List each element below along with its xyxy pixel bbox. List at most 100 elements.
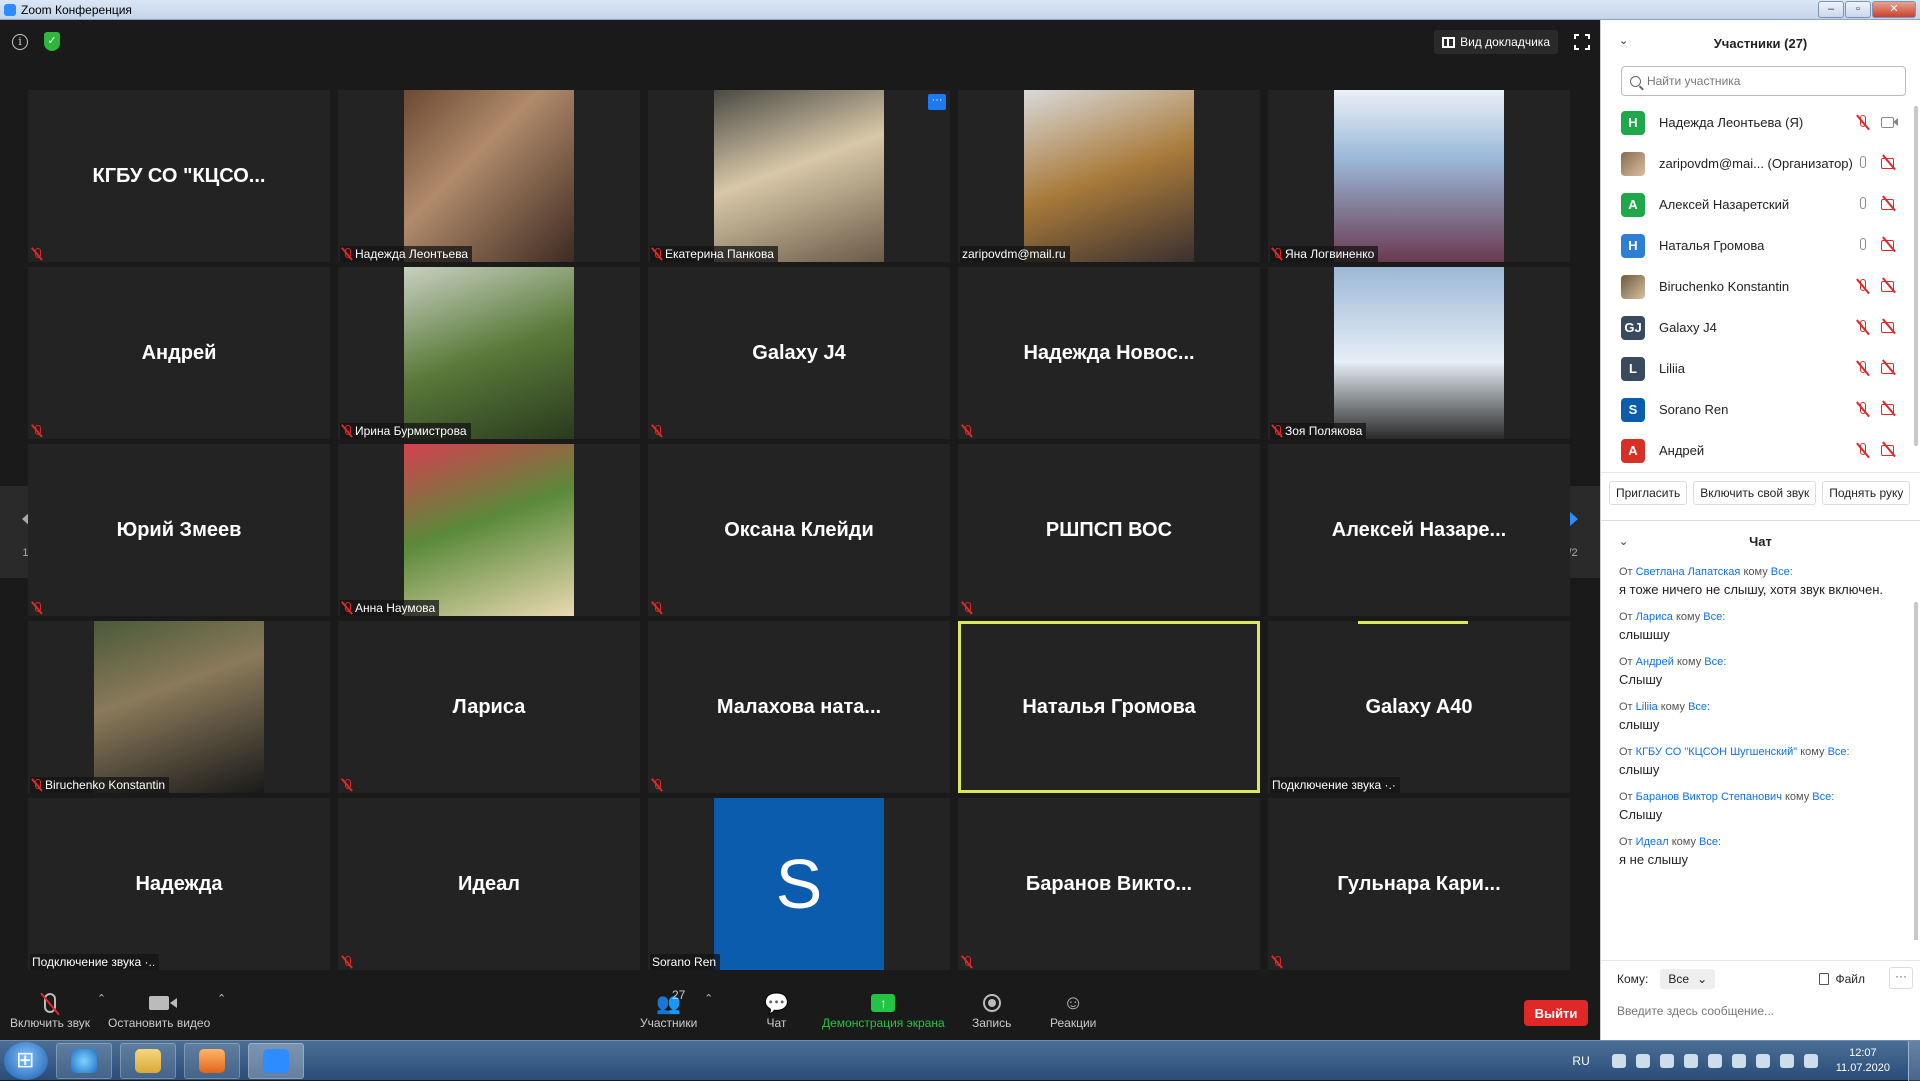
participant-tile[interactable]: Юрий Змеев: [28, 444, 330, 616]
tray-app3-icon[interactable]: [1707, 1054, 1722, 1068]
zoom-tray-icon[interactable]: [1611, 1054, 1626, 1068]
taskbar-zoom[interactable]: [248, 1043, 304, 1079]
stop-video-button[interactable]: Остановить видео ⌃: [108, 990, 226, 1030]
participant-name-large: Лариса: [452, 695, 526, 718]
security-shield-icon[interactable]: ✓: [44, 32, 60, 51]
chat-button[interactable]: 💬 Чат: [764, 990, 789, 1031]
participant-row[interactable]: А Алексей Назаретский: [1601, 184, 1920, 225]
audio-options-caret-icon[interactable]: ⌃: [97, 992, 106, 1005]
recipient-select[interactable]: Все ⌄: [1660, 969, 1716, 989]
participant-row[interactable]: Biruchenko Konstantin: [1601, 266, 1920, 307]
fullscreen-icon[interactable]: [1573, 33, 1591, 51]
chat-sender[interactable]: Идеал: [1636, 836, 1669, 848]
participant-tile[interactable]: S Sorano Ren: [648, 798, 950, 970]
participant-row[interactable]: L Liliia: [1601, 348, 1920, 389]
minimize-button[interactable]: –: [1818, 1, 1844, 18]
participant-row[interactable]: S Sorano Ren: [1601, 389, 1920, 430]
chat-scrollbar[interactable]: [1914, 602, 1918, 940]
chat-sender[interactable]: Андрей: [1636, 656, 1674, 668]
participant-row[interactable]: zaripovdm@mai... (Организатор): [1601, 143, 1920, 184]
participant-row[interactable]: Н Надежда Леонтьева (Я): [1601, 102, 1920, 143]
participant-tile[interactable]: Надежда Леонтьева: [338, 90, 640, 262]
chat-sender[interactable]: Liliia: [1636, 701, 1658, 713]
participant-tile[interactable]: Надежда Новос...: [958, 267, 1260, 439]
chat-sender[interactable]: КГБУ СО "КЦСОН Шугшенский": [1636, 746, 1798, 758]
participant-row[interactable]: GJ Galaxy J4: [1601, 307, 1920, 348]
participant-tile[interactable]: Баранов Викто...: [958, 798, 1260, 970]
show-desktop-button[interactable]: [1908, 1041, 1920, 1081]
chat-sender[interactable]: Лариса: [1636, 611, 1673, 623]
taskbar-ie[interactable]: [56, 1043, 112, 1079]
participant-tile[interactable]: РШПСП ВОС: [958, 444, 1260, 616]
volume-icon[interactable]: [1755, 1054, 1770, 1068]
record-button[interactable]: Запись: [972, 990, 1011, 1030]
participant-tile[interactable]: zaripovdm@mail.ru: [958, 90, 1260, 262]
ie-icon: [71, 1049, 97, 1073]
participants-caret-icon[interactable]: ⌃: [704, 992, 713, 1005]
participant-video: [1334, 267, 1504, 439]
tray-app2-icon[interactable]: [1683, 1054, 1698, 1068]
start-button[interactable]: [4, 1042, 48, 1080]
chat-message-text: Слышу: [1619, 672, 1663, 687]
taskbar-media[interactable]: [184, 1043, 240, 1079]
share-screen-button[interactable]: ↑ Демонстрация экрана: [822, 990, 945, 1030]
participant-tile[interactable]: Малахова ната...: [648, 621, 950, 793]
clock[interactable]: 12:07 11.07.2020: [1836, 1046, 1890, 1076]
tray-app-icon[interactable]: [1659, 1054, 1674, 1068]
participant-tile[interactable]: Оксана Клейди: [648, 444, 950, 616]
search-input[interactable]: [1646, 74, 1905, 88]
participant-tile[interactable]: Лариса: [338, 621, 640, 793]
participant-tile[interactable]: КГБУ СО "КЦСО...: [28, 90, 330, 262]
participant-tile[interactable]: Наталья Громова: [958, 621, 1260, 793]
participant-tile[interactable]: Надежда Подключение звука ·..: [28, 798, 330, 970]
participant-tile[interactable]: Ирина Бурмистрова: [338, 267, 640, 439]
file-button[interactable]: Файл: [1819, 972, 1865, 986]
participant-tile[interactable]: Екатерина Панкова ···: [648, 90, 950, 262]
chat-more-button[interactable]: ···: [1889, 967, 1913, 989]
reactions-button[interactable]: ☺ Реакции: [1050, 990, 1096, 1031]
mic-muted-icon: [1857, 361, 1869, 376]
power-icon[interactable]: [1803, 1054, 1818, 1068]
chat-sender[interactable]: Баранов Виктор Степанович: [1636, 791, 1782, 803]
participant-tile[interactable]: Алексей Назаре...: [1268, 444, 1570, 616]
participant-tile[interactable]: Андрей: [28, 267, 330, 439]
maximize-button[interactable]: ▫: [1845, 1, 1871, 18]
raise-hand-button[interactable]: Поднять руку: [1822, 480, 1911, 505]
meeting-info-icon[interactable]: i: [12, 34, 28, 50]
to-word: кому: [1660, 701, 1685, 713]
participant-tile[interactable]: Biruchenko Konstantin: [28, 621, 330, 793]
leave-button[interactable]: Выйти: [1524, 1000, 1588, 1026]
stop-video-label: Остановить видео: [108, 1016, 211, 1030]
speaker-view-label: Вид докладчика: [1460, 35, 1550, 49]
participant-row[interactable]: А Андрей: [1601, 430, 1920, 471]
taskbar-explorer[interactable]: [120, 1043, 176, 1079]
participant-tile[interactable]: Идеал: [338, 798, 640, 970]
mic-muted-icon: [962, 425, 972, 437]
chat-sender[interactable]: Светлана Лапатская: [1636, 566, 1741, 578]
mic-muted-icon: [32, 248, 42, 260]
network-icon[interactable]: [1731, 1054, 1746, 1068]
chevron-down-icon[interactable]: ⌄: [1619, 34, 1628, 47]
speaker-view-button[interactable]: Вид докладчика: [1434, 30, 1558, 54]
participant-tile[interactable]: Зоя Полякова: [1268, 267, 1570, 439]
invite-button[interactable]: Пригласить: [1609, 480, 1688, 505]
participant-search[interactable]: [1621, 66, 1906, 96]
participant-grid: КГБУ СО "КЦСО... Надежда Леонтьева Екатери…: [28, 90, 1572, 970]
skype-tray-icon[interactable]: [1635, 1054, 1650, 1068]
language-indicator[interactable]: RU: [1572, 1054, 1589, 1068]
flag-icon[interactable]: [1779, 1054, 1794, 1068]
participant-tile[interactable]: Анна Наумова: [338, 444, 640, 616]
video-options-caret-icon[interactable]: ⌃: [217, 992, 226, 1005]
participant-tile[interactable]: Galaxy J4: [648, 267, 950, 439]
unmute-self-button[interactable]: Включить свой звук: [1693, 480, 1817, 505]
participant-tile[interactable]: Galaxy A40 Подключение звука ·.·: [1268, 621, 1570, 793]
chevron-down-icon[interactable]: ⌄: [1619, 535, 1628, 548]
participants-button[interactable]: 👥 27 Участники ⌃: [640, 988, 713, 1030]
participant-tile[interactable]: Яна Логвиненко: [1268, 90, 1570, 262]
chat-message-input[interactable]: Введите здесь сообщение...: [1617, 997, 1920, 1025]
close-button[interactable]: ✕: [1872, 1, 1916, 18]
tile-more-button[interactable]: ···: [928, 94, 946, 110]
participant-tile[interactable]: Гульнара Кари...: [1268, 798, 1570, 970]
unmute-button[interactable]: Включить звук ⌃: [10, 990, 106, 1030]
participant-row[interactable]: Н Наталья Громова: [1601, 225, 1920, 266]
